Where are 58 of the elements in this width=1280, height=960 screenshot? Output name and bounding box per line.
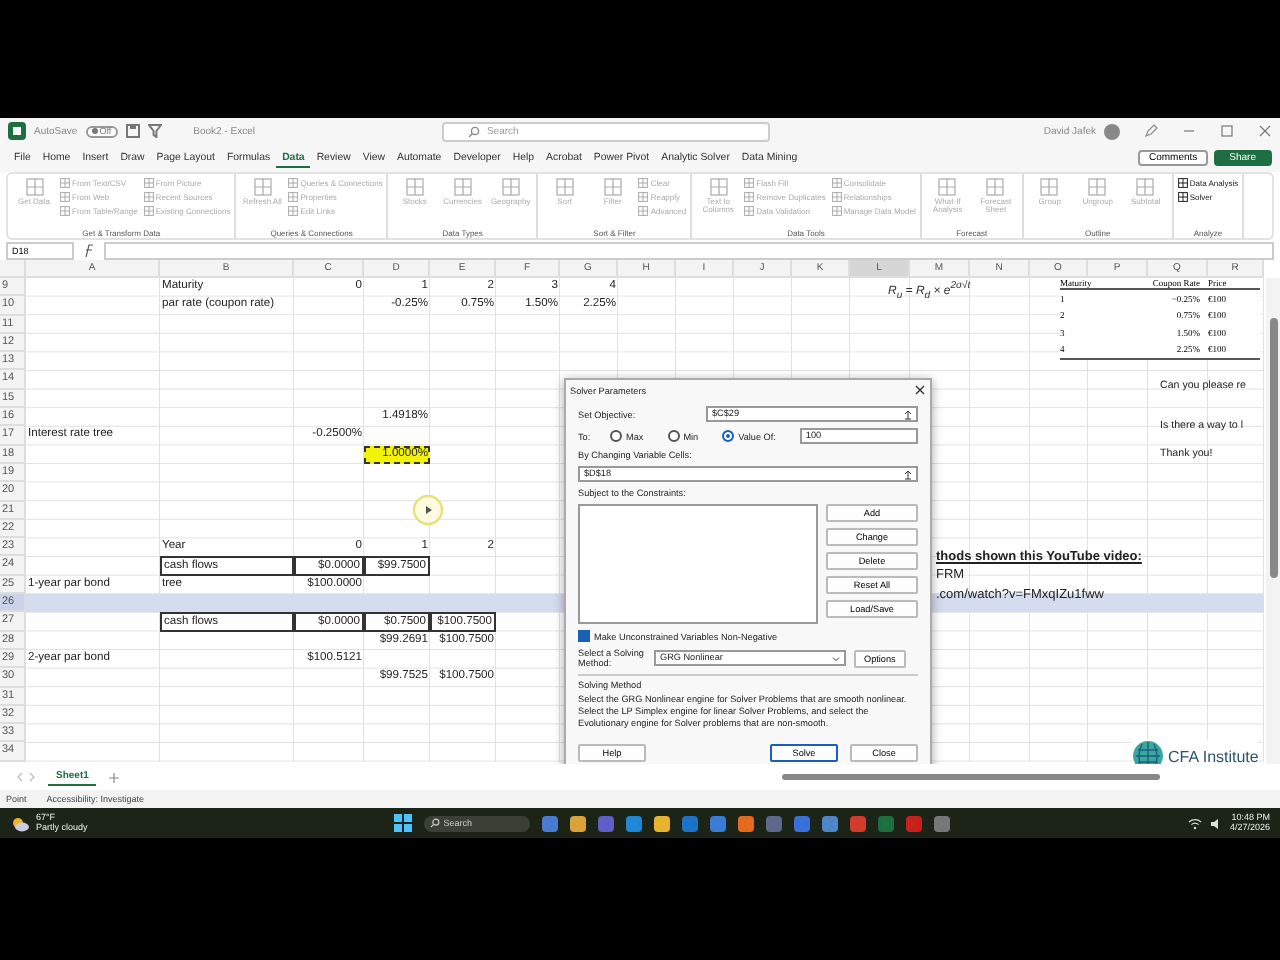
grid-icon bbox=[143, 178, 154, 188]
grid-icon bbox=[638, 178, 649, 188]
grid-icon bbox=[938, 178, 957, 196]
minimize-icon[interactable] bbox=[1182, 124, 1196, 138]
add-sheet-icon[interactable] bbox=[108, 771, 121, 783]
constraints-list[interactable] bbox=[578, 504, 818, 624]
grid-icon bbox=[143, 206, 154, 216]
logo-text: CFA Institute bbox=[1168, 747, 1259, 764]
grid-icon bbox=[60, 192, 70, 202]
chevron-down-icon bbox=[832, 655, 840, 662]
collapse-icon[interactable] bbox=[904, 469, 912, 479]
function-icon[interactable] bbox=[82, 243, 96, 257]
grid-icon bbox=[1177, 178, 1188, 188]
grid-icon bbox=[638, 192, 649, 202]
weather-icon[interactable] bbox=[10, 815, 30, 831]
grid-icon bbox=[405, 178, 424, 196]
grid-icon bbox=[60, 178, 70, 188]
grid-icon bbox=[501, 178, 520, 196]
grid-icon bbox=[288, 206, 299, 216]
grid-icon bbox=[60, 206, 70, 216]
grid-icon bbox=[709, 178, 728, 196]
collapse-icon[interactable] bbox=[904, 409, 912, 419]
formula-input[interactable] bbox=[104, 241, 1274, 259]
grid-icon bbox=[555, 178, 574, 196]
grid-icon bbox=[638, 206, 649, 216]
grid-icon bbox=[744, 206, 755, 216]
avatar-icon[interactable] bbox=[1104, 123, 1120, 139]
grid-icon bbox=[986, 178, 1005, 196]
start-icon[interactable] bbox=[393, 814, 412, 832]
scrollbar-thumb[interactable] bbox=[1269, 318, 1277, 578]
grid-icon bbox=[288, 192, 299, 202]
grid-icon bbox=[831, 178, 842, 188]
cursor-highlight-icon bbox=[412, 494, 444, 526]
globe-logo-icon bbox=[1132, 740, 1164, 764]
grid-icon bbox=[1177, 192, 1188, 202]
maximize-icon[interactable] bbox=[1220, 124, 1234, 138]
grid-icon bbox=[744, 192, 755, 202]
grid-icon bbox=[603, 178, 622, 196]
grid-icon bbox=[143, 192, 154, 202]
grid-icon bbox=[25, 178, 43, 196]
grid-icon bbox=[1136, 178, 1155, 196]
funnel-icon[interactable] bbox=[147, 124, 162, 138]
grid-icon bbox=[453, 178, 472, 196]
grid-icon bbox=[744, 178, 755, 188]
pen-icon[interactable] bbox=[1144, 124, 1158, 138]
grid-icon bbox=[1088, 178, 1107, 196]
grid-icon bbox=[288, 178, 299, 188]
search-icon bbox=[468, 125, 481, 137]
wifi-icon[interactable] bbox=[1187, 817, 1202, 829]
close-icon[interactable] bbox=[914, 384, 926, 396]
grid-icon bbox=[253, 178, 272, 196]
speaker-icon[interactable] bbox=[1209, 817, 1222, 829]
grid-icon bbox=[831, 206, 842, 216]
save-icon[interactable] bbox=[125, 124, 140, 138]
grid-icon bbox=[831, 192, 842, 202]
scrollbar-thumb[interactable] bbox=[782, 774, 1160, 780]
grid-icon bbox=[1040, 178, 1059, 196]
search-icon bbox=[429, 818, 440, 828]
